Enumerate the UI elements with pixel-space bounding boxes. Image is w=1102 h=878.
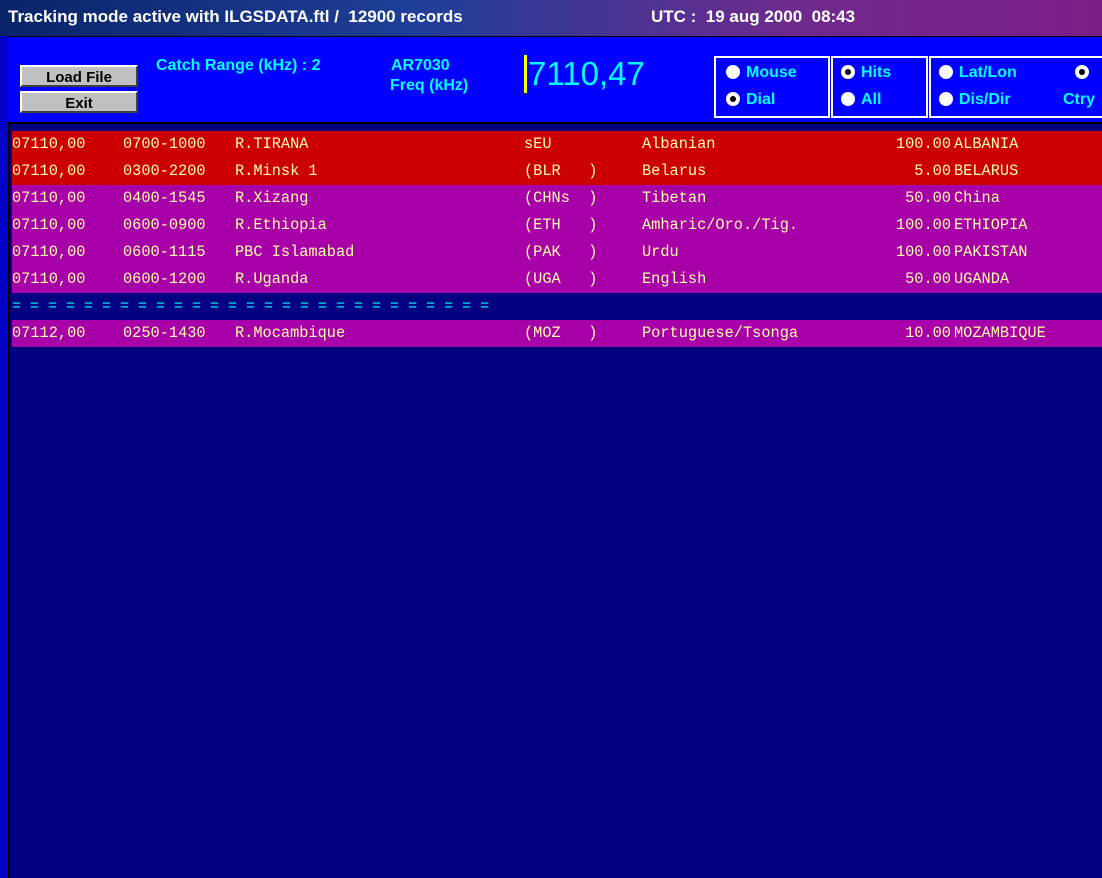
row-power: 50.00	[905, 189, 951, 207]
row-station: R.Ethiopia	[235, 216, 327, 234]
station-row[interactable]: 07110,00 0300-2200 R.Minsk 1 (BLR ) Belarus 5…	[12, 158, 1102, 185]
radio-dot-icon	[939, 65, 953, 79]
row-code: (CHNs )	[524, 189, 598, 207]
title-status: Tracking mode active with ILGSDATA.ftl /…	[8, 7, 463, 26]
hits-label: Hits	[861, 64, 892, 81]
row-power: 100.00	[895, 243, 951, 261]
input-mode-group: Mouse Dial	[714, 56, 830, 118]
tuning-cursor	[524, 55, 527, 93]
row-station: R.Uganda	[235, 270, 309, 288]
display-mode-group: Lat/Lon Dis/Dir Ctry	[929, 56, 1102, 118]
row-lang: Urdu	[642, 243, 679, 261]
row-lang: Tibetan	[642, 189, 707, 207]
radio-dot-icon	[939, 92, 953, 106]
row-freq: 07110,00	[12, 243, 86, 261]
hits-radio[interactable]: Hits	[841, 64, 891, 82]
row-time: 0300-2200	[123, 162, 206, 180]
row-code: (ETH )	[524, 216, 598, 234]
match-mode-group: Hits All	[831, 56, 928, 118]
radio-dot-selected-icon	[726, 92, 740, 106]
row-time: 0600-1200	[123, 270, 206, 288]
row-freq: 07110,00	[12, 216, 86, 234]
dial-radio[interactable]: Dial	[726, 91, 775, 109]
row-country: MOZAMBIQUE	[954, 324, 1046, 342]
row-code: (MOZ )	[524, 324, 598, 342]
freq-unit-label: Freq (kHz)	[390, 77, 469, 94]
title-bar: Tracking mode active with ILGSDATA.ftl /…	[0, 0, 1102, 37]
row-lang: Albanian	[642, 135, 716, 153]
disdir-label: Dis/Dir	[959, 91, 1011, 108]
row-lang: Amharic/Oro./Tig.	[642, 216, 799, 234]
disdir-radio[interactable]: Dis/Dir	[939, 91, 1011, 109]
title-utc-clock: UTC : 19 aug 2000 08:43	[651, 7, 856, 26]
row-power: 10.00	[905, 324, 951, 342]
row-power: 100.00	[895, 135, 951, 153]
toolbar: Load File Exit Catch Range (kHz) : 2 AR7…	[8, 37, 1102, 146]
row-power: 5.00	[914, 162, 951, 180]
radio-dot-icon	[841, 92, 855, 106]
row-country: UGANDA	[954, 270, 1010, 288]
row-code: (PAK )	[524, 243, 598, 261]
row-lang: English	[642, 270, 707, 288]
row-power: 100.00	[895, 216, 951, 234]
station-list: 07110,00 0700-1000 R.TIRANA sEU Albanian 100.…	[12, 131, 1102, 347]
ctry-label: Ctry	[1063, 91, 1096, 108]
row-station: R.TIRANA	[235, 135, 309, 153]
load-file-button[interactable]: Load File	[20, 65, 138, 87]
station-row[interactable]: 07110,00 0400-1545 R.Xizang (CHNs ) Tibetan 5…	[12, 185, 1102, 212]
row-country: PAKISTAN	[954, 243, 1028, 261]
row-power: 50.00	[905, 270, 951, 288]
radio-dot-selected-icon	[841, 65, 855, 79]
row-freq: 07110,00	[12, 162, 86, 180]
row-freq: 07110,00	[12, 189, 86, 207]
row-time: 0600-0900	[123, 216, 206, 234]
row-time: 0600-1115	[123, 243, 206, 261]
row-freq: 07110,00	[12, 135, 86, 153]
row-station: PBC Islamabad	[235, 243, 355, 261]
row-station: R.Minsk 1	[235, 162, 318, 180]
mouse-radio[interactable]: Mouse	[726, 64, 797, 82]
row-lang: Belarus	[642, 162, 707, 180]
row-station: R.Mocambique	[235, 324, 346, 342]
row-country: ALBANIA	[954, 135, 1019, 153]
dial-label: Dial	[746, 91, 776, 108]
row-freq: 07110,00	[12, 270, 86, 288]
latlon-radio[interactable]: Lat/Lon	[939, 64, 1017, 82]
catch-range-label: Catch Range (kHz) : 2	[156, 57, 321, 74]
row-freq: 07112,00	[12, 324, 86, 342]
ctry-radio[interactable]	[1075, 64, 1095, 82]
row-lang: Portuguese/Tsonga	[642, 324, 799, 342]
radio-dot-selected-icon	[1075, 65, 1089, 79]
row-station: R.Xizang	[235, 189, 309, 207]
station-row[interactable]: 07110,00 0600-0900 R.Ethiopia (ETH ) Amharic…	[12, 212, 1102, 239]
station-row[interactable]: 07112,00 0250-1430 R.Mocambique (MOZ ) Portu…	[12, 320, 1102, 347]
mouse-label: Mouse	[746, 64, 797, 81]
row-time: 0250-1430	[123, 324, 206, 342]
station-row[interactable]: 07110,00 0700-1000 R.TIRANA sEU Albanian 100.…	[12, 131, 1102, 158]
latlon-label: Lat/Lon	[959, 64, 1017, 81]
all-radio[interactable]: All	[841, 91, 881, 109]
exit-button[interactable]: Exit	[20, 91, 138, 113]
row-code: (UGA )	[524, 270, 598, 288]
row-country: China	[954, 189, 1000, 207]
row-time: 0400-1545	[123, 189, 206, 207]
row-code: sEU	[524, 135, 552, 153]
all-label: All	[861, 91, 882, 108]
station-row[interactable]: 07110,00 0600-1200 R.Uganda (UGA ) English 50…	[12, 266, 1102, 293]
group-separator: = = = = = = = = = = = = = = = = = = = = …	[12, 298, 490, 315]
row-code: (BLR )	[524, 162, 598, 180]
frequency-display[interactable]: 7110,47	[528, 55, 645, 93]
receiver-label: AR7030	[391, 57, 450, 74]
left-border	[0, 36, 10, 878]
row-time: 0700-1000	[123, 135, 206, 153]
station-row[interactable]: 07110,00 0600-1115 PBC Islamabad (PAK ) Urdu…	[12, 239, 1102, 266]
row-country: ETHIOPIA	[954, 216, 1028, 234]
row-country: BELARUS	[954, 162, 1019, 180]
radio-dot-icon	[726, 65, 740, 79]
